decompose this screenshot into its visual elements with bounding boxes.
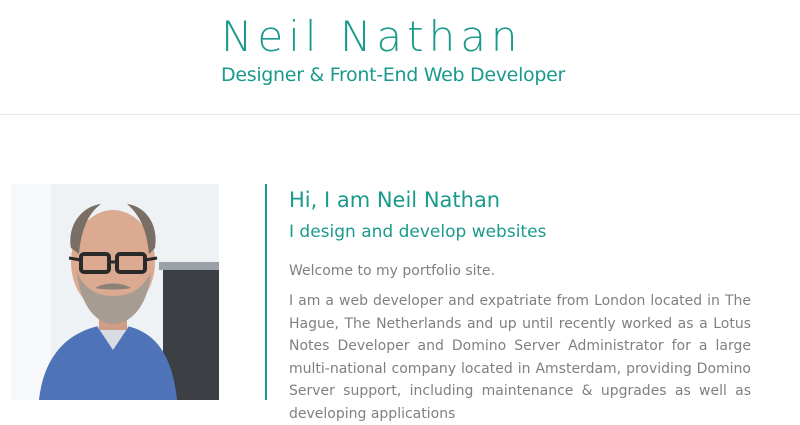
- bio-text: I am a web developer and expatriate from…: [289, 293, 751, 422]
- subheading: I design and develop websites: [289, 222, 547, 242]
- site-tagline: Designer & Front-End Web Developer: [221, 64, 566, 86]
- about-section: Hi, I am Neil Nathan I design and develo…: [289, 186, 751, 425]
- portrait-photo-icon: [11, 184, 219, 400]
- welcome-text: Welcome to my portfolio site.: [289, 263, 496, 279]
- content-divider: [265, 184, 267, 400]
- profile-photo: [11, 184, 219, 400]
- greeting-heading: Hi, I am Neil Nathan: [289, 188, 501, 212]
- site-title[interactable]: Neil Nathan: [221, 12, 581, 61]
- site-header: Neil Nathan Designer & Front-End Web Dev…: [0, 0, 800, 115]
